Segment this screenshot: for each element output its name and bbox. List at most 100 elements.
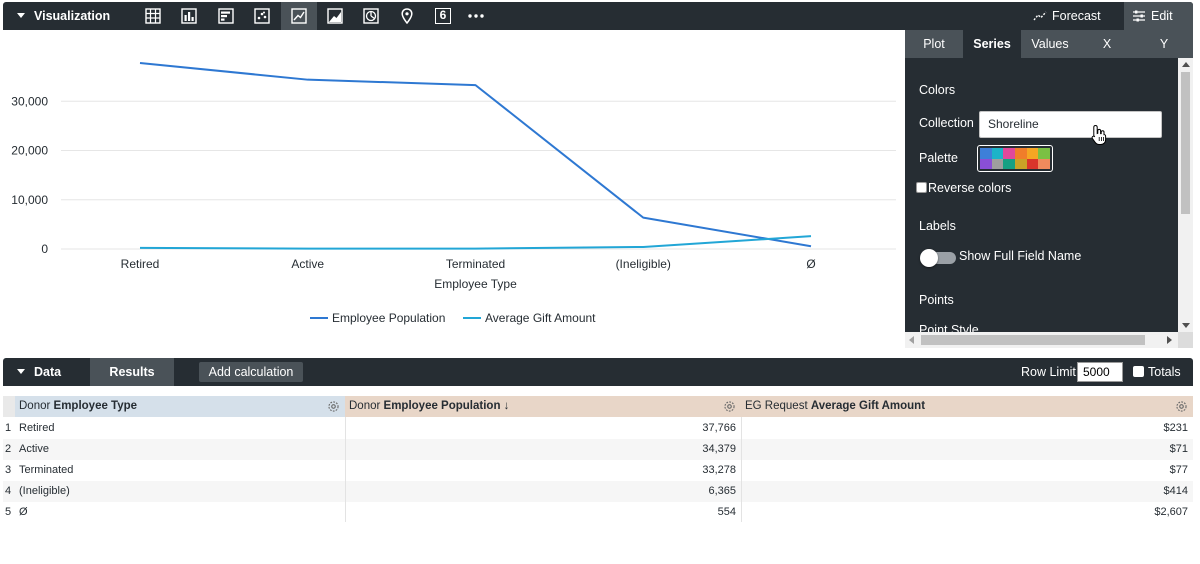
edit-label: Edit	[1151, 9, 1173, 23]
tab-x[interactable]: X	[1079, 30, 1135, 58]
palette-color	[991, 158, 1004, 169]
table-row[interactable]: 4 (Ineligible) 6,365 $414	[3, 481, 1193, 502]
gear-icon[interactable]	[723, 400, 736, 413]
more-viz-button[interactable]	[458, 2, 494, 30]
visualization-title: Visualization	[34, 9, 111, 23]
scatter-icon	[254, 8, 270, 24]
area-viz-button[interactable]	[317, 2, 353, 30]
legend-label: Employee Population	[332, 311, 445, 325]
panel-vertical-scrollbar[interactable]	[1178, 58, 1193, 332]
palette-color	[1003, 148, 1015, 159]
sort-desc-icon: ↓	[503, 400, 510, 412]
edit-panel: Plot Series Values X Y Colors Collection…	[905, 30, 1193, 348]
table-row[interactable]: 3 Terminated 33,278 $77	[3, 460, 1193, 481]
column-header-employee-population[interactable]: Donor Employee Population ↓	[345, 396, 741, 417]
palette-label: Palette	[919, 151, 958, 165]
palette-color	[1015, 158, 1027, 169]
tab-y[interactable]: Y	[1135, 30, 1193, 58]
x-axis-label: Employee Type	[434, 277, 517, 291]
palette-color	[1038, 158, 1050, 169]
visualization-toggle[interactable]: Visualization	[17, 2, 110, 30]
palette-color	[1026, 148, 1039, 159]
y-tick-label: 0	[41, 242, 48, 256]
collection-label: Collection	[919, 116, 974, 130]
points-heading: Points	[919, 293, 954, 307]
line-chart-icon	[291, 8, 307, 24]
column-chart-icon	[181, 8, 197, 24]
table-viz-button[interactable]	[135, 2, 171, 30]
series-line-2	[139, 235, 812, 250]
totals-checkbox[interactable]	[1133, 366, 1144, 377]
palette-color	[980, 148, 992, 159]
tab-plot[interactable]: Plot	[905, 30, 963, 58]
data-title: Data	[34, 365, 62, 379]
column-header-average-gift-amount[interactable]: EG Request Average Gift Amount	[741, 396, 1193, 417]
edit-panel-tabs: Plot Series Values X Y	[905, 30, 1193, 58]
palette-swatch[interactable]	[977, 145, 1053, 172]
x-tick-label: (Ineligible)	[616, 257, 671, 271]
single-value-icon: 6	[435, 8, 451, 24]
table-row[interactable]: 1 Retired 37,766 $231	[3, 418, 1193, 439]
x-tick-label: Active	[291, 257, 324, 271]
forecast-label: Forecast	[1052, 9, 1101, 23]
add-calculation-button[interactable]: Add calculation	[199, 362, 303, 382]
palette-color	[1026, 158, 1039, 169]
data-toggle[interactable]: Data	[17, 358, 61, 386]
bar-viz-button[interactable]	[208, 2, 244, 30]
table-row[interactable]: 5 Ø 554 $2,607	[3, 502, 1193, 523]
show-full-field-name-toggle[interactable]	[920, 249, 958, 267]
bar-chart-icon	[218, 8, 234, 24]
row-limit-label: Row Limit	[1021, 365, 1076, 379]
pie-chart-icon	[363, 8, 379, 24]
row-limit-input[interactable]: 5000	[1077, 362, 1123, 382]
column-viz-button[interactable]	[171, 2, 207, 30]
tab-values[interactable]: Values	[1021, 30, 1079, 58]
tab-series[interactable]: Series	[963, 30, 1021, 58]
line-viz-button[interactable]	[281, 2, 317, 30]
x-tick-label: Terminated	[446, 257, 505, 271]
y-tick-label: 30,000	[11, 94, 48, 108]
column-header-employee-type[interactable]: Donor Employee Type	[15, 396, 345, 417]
x-tick-label: Ø	[806, 257, 815, 271]
palette-color	[1038, 148, 1050, 159]
settings-sliders-icon	[1133, 10, 1145, 22]
y-tick-label: 20,000	[11, 144, 48, 158]
pie-viz-button[interactable]	[353, 2, 389, 30]
y-tick-label: 10,000	[11, 193, 48, 207]
tab-results[interactable]: Results	[90, 358, 174, 386]
palette-color	[1003, 158, 1015, 169]
series-line-1	[139, 62, 812, 248]
hand-cursor-icon	[1091, 124, 1107, 145]
table-row[interactable]: 2 Active 34,379 $71	[3, 439, 1193, 460]
legend-label: Average Gift Amount	[485, 311, 596, 325]
forecast-button[interactable]: Forecast	[1033, 2, 1101, 30]
row-number-header	[3, 396, 15, 417]
palette-color	[1015, 148, 1027, 159]
palette-color	[991, 148, 1004, 159]
edit-button[interactable]: Edit	[1124, 2, 1193, 30]
line-chart: 0 10,000 20,000 30,000 Retired Active Terminat…	[11, 62, 896, 325]
map-pin-icon	[401, 8, 413, 24]
more-icon	[468, 14, 484, 18]
caret-down-icon	[17, 13, 25, 18]
panel-horizontal-scrollbar[interactable]	[905, 332, 1178, 348]
show-full-field-name-label: Show Full Field Name	[959, 249, 1082, 263]
table-icon	[145, 8, 161, 24]
collection-select[interactable]: Shoreline	[979, 111, 1162, 138]
x-tick-label: Retired	[121, 257, 160, 271]
gear-icon[interactable]	[1175, 400, 1188, 413]
single-value-viz-button[interactable]: 6	[425, 2, 461, 30]
data-header: Data Results Add calculation Row Limit 5…	[3, 358, 1193, 386]
labels-heading: Labels	[919, 219, 956, 233]
area-chart-icon	[327, 8, 343, 24]
scrollbar-corner	[1178, 332, 1193, 348]
forecast-icon	[1033, 11, 1047, 21]
visualization-header: Visualization 6 Forecast Edit	[3, 2, 1193, 30]
scatter-viz-button[interactable]	[244, 2, 280, 30]
gear-icon[interactable]	[327, 400, 340, 413]
reverse-colors-checkbox[interactable]	[916, 182, 927, 193]
colors-heading: Colors	[919, 83, 956, 97]
map-viz-button[interactable]	[389, 2, 425, 30]
palette-color	[980, 158, 992, 169]
caret-down-icon	[17, 369, 25, 374]
